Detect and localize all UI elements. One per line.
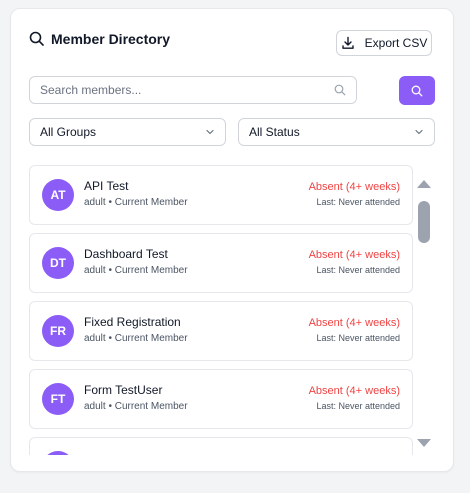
export-csv-label: Export CSV <box>364 36 428 50</box>
member-row-partial[interactable] <box>29 437 413 455</box>
page-title: Member Directory <box>51 31 171 47</box>
member-name: Form TestUser <box>84 383 163 397</box>
scroll-thumb[interactable] <box>418 201 430 243</box>
member-name: API Test <box>84 179 129 193</box>
attendance-status: Absent (4+ weeks) <box>308 385 400 397</box>
attendance-status: Absent (4+ weeks) <box>308 181 400 193</box>
chevron-down-icon <box>205 127 215 137</box>
member-meta: adult • Current Member <box>84 401 188 412</box>
member-row[interactable]: FT Form TestUser adult • Current Member … <box>29 369 413 429</box>
member-meta: adult • Current Member <box>84 197 188 208</box>
card-header: Member Directory <box>29 31 170 47</box>
group-filter-value: All Groups <box>40 125 97 139</box>
group-filter-select[interactable]: All Groups <box>29 118 226 146</box>
export-csv-button[interactable]: Export CSV <box>336 30 432 56</box>
avatar <box>42 451 74 455</box>
member-row[interactable]: DT Dashboard Test adult • Current Member… <box>29 233 413 293</box>
last-attended: Last: Never attended <box>316 197 400 207</box>
status-filter-select[interactable]: All Status <box>238 118 435 146</box>
avatar: AT <box>42 179 74 211</box>
attendance-status: Absent (4+ weeks) <box>308 249 400 261</box>
download-icon <box>341 36 355 50</box>
avatar: FR <box>42 315 74 347</box>
search-field[interactable] <box>29 76 357 104</box>
list-scrollbar[interactable] <box>415 175 433 455</box>
avatar: FT <box>42 383 74 415</box>
last-attended: Last: Never attended <box>316 265 400 275</box>
member-list: AT API Test adult • Current Member Absen… <box>29 165 415 455</box>
member-directory-card: Member Directory Export CSV All Groups A… <box>10 8 454 472</box>
search-icon <box>411 85 423 97</box>
last-attended: Last: Never attended <box>316 333 400 343</box>
search-icon <box>334 84 346 96</box>
status-filter-value: All Status <box>249 125 300 139</box>
member-name: Dashboard Test <box>84 247 168 261</box>
search-button[interactable] <box>399 76 435 105</box>
member-row[interactable]: AT API Test adult • Current Member Absen… <box>29 165 413 225</box>
member-row[interactable]: FR Fixed Registration adult • Current Me… <box>29 301 413 361</box>
attendance-status: Absent (4+ weeks) <box>308 317 400 329</box>
member-meta: adult • Current Member <box>84 333 188 344</box>
last-attended: Last: Never attended <box>316 401 400 411</box>
scroll-down-arrow-icon[interactable] <box>417 439 431 447</box>
scroll-up-arrow-icon[interactable] <box>417 180 431 188</box>
member-meta: adult • Current Member <box>84 265 188 276</box>
search-icon <box>29 31 45 47</box>
member-name: Fixed Registration <box>84 315 181 329</box>
chevron-down-icon <box>414 127 424 137</box>
avatar: DT <box>42 247 74 279</box>
search-input[interactable] <box>40 83 334 97</box>
